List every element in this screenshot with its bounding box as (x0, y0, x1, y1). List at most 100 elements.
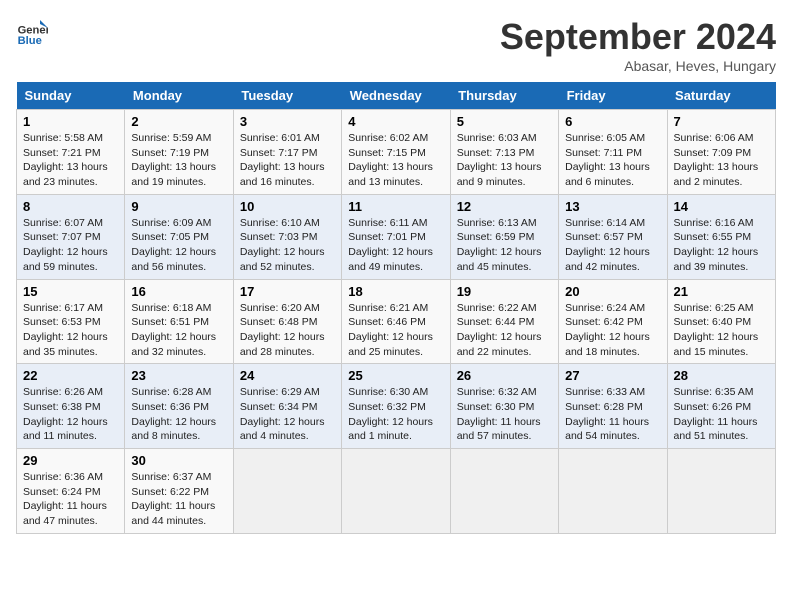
calendar-cell-1: 1 Sunrise: 5:58 AM Sunset: 7:21 PM Daylig… (17, 110, 125, 195)
calendar-cell-18: 18 Sunrise: 6:21 AM Sunset: 6:46 PM Dayli… (342, 279, 450, 364)
cell-sun-info: Sunrise: 6:35 AM Sunset: 6:26 PM Dayligh… (674, 385, 769, 444)
day-number: 29 (23, 453, 118, 468)
page-header: General Blue September 2024 Abasar, Heve… (16, 16, 776, 74)
day-number: 25 (348, 368, 443, 383)
day-number: 26 (457, 368, 552, 383)
calendar-cell-7: 7Sunrise: 6:06 AM Sunset: 7:09 PM Daylig… (667, 110, 775, 195)
day-number: 18 (348, 284, 443, 299)
calendar-week-4: 29Sunrise: 6:36 AM Sunset: 6:24 PM Dayli… (17, 449, 776, 534)
day-number: 11 (348, 199, 443, 214)
day-number: 20 (565, 284, 660, 299)
col-header-saturday: Saturday (667, 82, 775, 110)
month-title: September 2024 (500, 16, 776, 58)
calendar-cell-19: 19Sunrise: 6:22 AM Sunset: 6:44 PM Dayli… (450, 279, 558, 364)
day-number: 3 (240, 114, 335, 129)
cell-sun-info: Sunrise: 5:58 AM Sunset: 7:21 PM Dayligh… (23, 131, 118, 190)
cell-sun-info: Sunrise: 6:33 AM Sunset: 6:28 PM Dayligh… (565, 385, 660, 444)
cell-sun-info: Sunrise: 5:59 AM Sunset: 7:19 PM Dayligh… (131, 131, 226, 190)
day-number: 27 (565, 368, 660, 383)
day-number: 8 (23, 199, 118, 214)
calendar-cell-30: 30 Sunrise: 6:37 AM Sunset: 6:22 PM Dayli… (125, 449, 233, 534)
day-number: 1 (23, 114, 118, 129)
cell-sun-info: Sunrise: 6:29 AM Sunset: 6:34 PM Dayligh… (240, 385, 335, 444)
cell-sun-info: Sunrise: 6:25 AM Sunset: 6:40 PM Dayligh… (674, 301, 769, 360)
calendar-cell-11: 11 Sunrise: 6:11 AM Sunset: 7:01 PM Dayli… (342, 194, 450, 279)
calendar-table: SundayMondayTuesdayWednesdayThursdayFrid… (16, 82, 776, 534)
cell-sun-info: Sunrise: 6:17 AM Sunset: 6:53 PM Dayligh… (23, 301, 118, 360)
day-number: 22 (23, 368, 118, 383)
calendar-cell-20: 20 Sunrise: 6:24 AM Sunset: 6:42 PM Dayli… (559, 279, 667, 364)
cell-sun-info: Sunrise: 6:16 AM Sunset: 6:55 PM Dayligh… (674, 216, 769, 275)
cell-sun-info: Sunrise: 6:21 AM Sunset: 6:46 PM Dayligh… (348, 301, 443, 360)
day-number: 17 (240, 284, 335, 299)
calendar-cell-23: 23Sunrise: 6:28 AM Sunset: 6:36 PM Dayli… (125, 364, 233, 449)
calendar-cell-6: 6 Sunrise: 6:05 AM Sunset: 7:11 PM Daylig… (559, 110, 667, 195)
calendar-cell-3: 3 Sunrise: 6:01 AM Sunset: 7:17 PM Daylig… (233, 110, 341, 195)
calendar-cell-25: 25 Sunrise: 6:30 AM Sunset: 6:32 PM Dayli… (342, 364, 450, 449)
calendar-cell-9: 9Sunrise: 6:09 AM Sunset: 7:05 PM Daylig… (125, 194, 233, 279)
cell-sun-info: Sunrise: 6:02 AM Sunset: 7:15 PM Dayligh… (348, 131, 443, 190)
cell-sun-info: Sunrise: 6:26 AM Sunset: 6:38 PM Dayligh… (23, 385, 118, 444)
col-header-friday: Friday (559, 82, 667, 110)
calendar-cell-12: 12 Sunrise: 6:13 AM Sunset: 6:59 PM Dayli… (450, 194, 558, 279)
cell-sun-info: Sunrise: 6:05 AM Sunset: 7:11 PM Dayligh… (565, 131, 660, 190)
calendar-cell-15: 15 Sunrise: 6:17 AM Sunset: 6:53 PM Dayli… (17, 279, 125, 364)
calendar-week-3: 22 Sunrise: 6:26 AM Sunset: 6:38 PM Dayli… (17, 364, 776, 449)
cell-sun-info: Sunrise: 6:06 AM Sunset: 7:09 PM Dayligh… (674, 131, 769, 190)
cell-sun-info: Sunrise: 6:24 AM Sunset: 6:42 PM Dayligh… (565, 301, 660, 360)
day-number: 2 (131, 114, 226, 129)
cell-sun-info: Sunrise: 6:07 AM Sunset: 7:07 PM Dayligh… (23, 216, 118, 275)
col-header-thursday: Thursday (450, 82, 558, 110)
calendar-cell-8: 8 Sunrise: 6:07 AM Sunset: 7:07 PM Daylig… (17, 194, 125, 279)
cell-sun-info: Sunrise: 6:28 AM Sunset: 6:36 PM Dayligh… (131, 385, 226, 444)
calendar-cell-4: 4 Sunrise: 6:02 AM Sunset: 7:15 PM Daylig… (342, 110, 450, 195)
day-number: 21 (674, 284, 769, 299)
cell-sun-info: Sunrise: 6:11 AM Sunset: 7:01 PM Dayligh… (348, 216, 443, 275)
calendar-cell-2: 2 Sunrise: 5:59 AM Sunset: 7:19 PM Daylig… (125, 110, 233, 195)
calendar-cell-5: 5 Sunrise: 6:03 AM Sunset: 7:13 PM Daylig… (450, 110, 558, 195)
cell-sun-info: Sunrise: 6:09 AM Sunset: 7:05 PM Dayligh… (131, 216, 226, 275)
cell-sun-info: Sunrise: 6:32 AM Sunset: 6:30 PM Dayligh… (457, 385, 552, 444)
cell-sun-info: Sunrise: 6:30 AM Sunset: 6:32 PM Dayligh… (348, 385, 443, 444)
calendar-cell-empty (667, 449, 775, 534)
calendar-cell-29: 29Sunrise: 6:36 AM Sunset: 6:24 PM Dayli… (17, 449, 125, 534)
day-number: 14 (674, 199, 769, 214)
day-number: 10 (240, 199, 335, 214)
calendar-cell-17: 17 Sunrise: 6:20 AM Sunset: 6:48 PM Dayli… (233, 279, 341, 364)
cell-sun-info: Sunrise: 6:20 AM Sunset: 6:48 PM Dayligh… (240, 301, 335, 360)
calendar-cell-empty (559, 449, 667, 534)
day-number: 30 (131, 453, 226, 468)
location: Abasar, Heves, Hungary (500, 58, 776, 74)
calendar-week-1: 8 Sunrise: 6:07 AM Sunset: 7:07 PM Daylig… (17, 194, 776, 279)
calendar-cell-empty (233, 449, 341, 534)
calendar-cell-21: 21 Sunrise: 6:25 AM Sunset: 6:40 PM Dayli… (667, 279, 775, 364)
day-number: 15 (23, 284, 118, 299)
calendar-cell-28: 28 Sunrise: 6:35 AM Sunset: 6:26 PM Dayli… (667, 364, 775, 449)
calendar-cell-27: 27 Sunrise: 6:33 AM Sunset: 6:28 PM Dayli… (559, 364, 667, 449)
calendar-cell-14: 14 Sunrise: 6:16 AM Sunset: 6:55 PM Dayli… (667, 194, 775, 279)
cell-sun-info: Sunrise: 6:13 AM Sunset: 6:59 PM Dayligh… (457, 216, 552, 275)
calendar-cell-13: 13Sunrise: 6:14 AM Sunset: 6:57 PM Dayli… (559, 194, 667, 279)
cell-sun-info: Sunrise: 6:01 AM Sunset: 7:17 PM Dayligh… (240, 131, 335, 190)
title-section: September 2024 Abasar, Heves, Hungary (500, 16, 776, 74)
logo: General Blue (16, 16, 48, 48)
day-number: 16 (131, 284, 226, 299)
cell-sun-info: Sunrise: 6:03 AM Sunset: 7:13 PM Dayligh… (457, 131, 552, 190)
day-number: 24 (240, 368, 335, 383)
calendar-cell-26: 26 Sunrise: 6:32 AM Sunset: 6:30 PM Dayli… (450, 364, 558, 449)
calendar-cell-22: 22 Sunrise: 6:26 AM Sunset: 6:38 PM Dayli… (17, 364, 125, 449)
day-number: 6 (565, 114, 660, 129)
calendar-cell-16: 16 Sunrise: 6:18 AM Sunset: 6:51 PM Dayli… (125, 279, 233, 364)
cell-sun-info: Sunrise: 6:14 AM Sunset: 6:57 PM Dayligh… (565, 216, 660, 275)
calendar-week-0: 1 Sunrise: 5:58 AM Sunset: 7:21 PM Daylig… (17, 110, 776, 195)
day-number: 4 (348, 114, 443, 129)
svg-text:Blue: Blue (18, 35, 42, 47)
col-header-sunday: Sunday (17, 82, 125, 110)
day-number: 5 (457, 114, 552, 129)
cell-sun-info: Sunrise: 6:37 AM Sunset: 6:22 PM Dayligh… (131, 470, 226, 529)
calendar-cell-24: 24 Sunrise: 6:29 AM Sunset: 6:34 PM Dayli… (233, 364, 341, 449)
cell-sun-info: Sunrise: 6:18 AM Sunset: 6:51 PM Dayligh… (131, 301, 226, 360)
day-number: 12 (457, 199, 552, 214)
day-number: 28 (674, 368, 769, 383)
calendar-week-2: 15 Sunrise: 6:17 AM Sunset: 6:53 PM Dayli… (17, 279, 776, 364)
